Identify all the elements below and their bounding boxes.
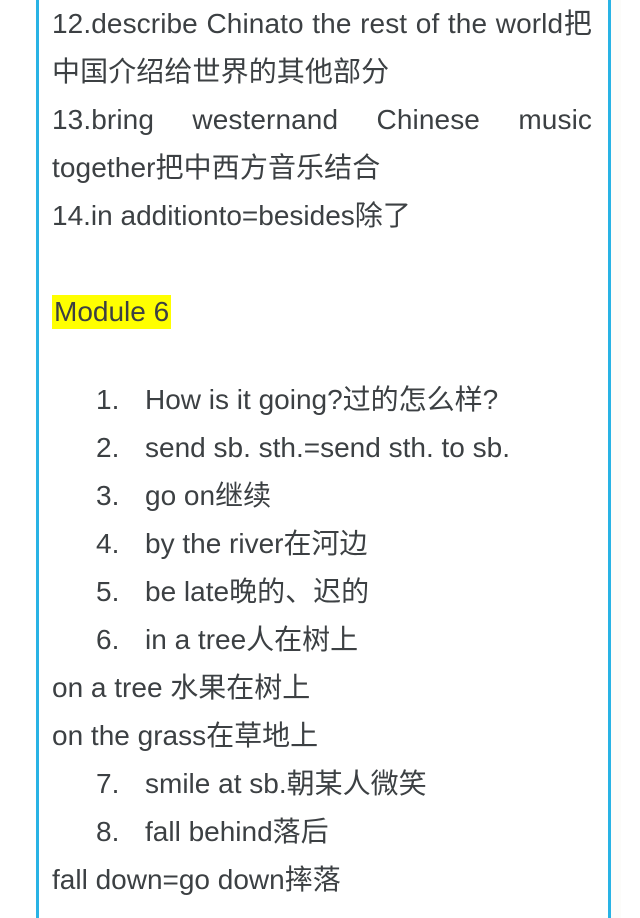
list-item-number: 3. — [96, 480, 120, 511]
list-item-label: by the river在河边 — [145, 528, 368, 559]
list-item: 6. in a tree人在树上 — [52, 616, 592, 664]
note-page: 12.describe Chinato the rest of the worl… — [0, 0, 640, 918]
vocab-entry-13: 13.bring westernand Chinese music togeth… — [52, 104, 592, 183]
list-item-label: go on继续 — [145, 480, 272, 511]
list-item-label: How is it going?过的怎么样? — [145, 384, 499, 415]
list-item-label: send sb. sth.=send sth. to sb. — [145, 432, 510, 463]
list-item-label: fall behind落后 — [145, 816, 329, 847]
list-item: 8. fall behind落后 — [52, 808, 592, 856]
list-item-label: be late晚的、迟的 — [145, 576, 370, 607]
note-line-on-a-tree: on a tree 水果在树上 — [52, 672, 311, 703]
section-heading: Module 6 — [52, 288, 592, 336]
vocab-list-continued: 7. smile at sb.朝某人微笑 8. fall behind落后 — [52, 760, 592, 856]
vocab-entry-12: 12.describe Chinato the rest of the worl… — [52, 8, 592, 87]
list-item-number: 8. — [96, 816, 120, 847]
right-edge-strip — [611, 0, 621, 918]
list-item-number: 6. — [96, 624, 120, 655]
list-item-label: smile at sb.朝某人微笑 — [145, 768, 427, 799]
note-line-on-the-grass: on the grass在草地上 — [52, 720, 319, 751]
list-item: 5. be late晚的、迟的 — [52, 568, 592, 616]
vocab-list: 1. How is it going?过的怎么样? 2. send sb. sth.… — [52, 376, 592, 664]
list-item-number: 7. — [96, 768, 120, 799]
left-margin-rule — [36, 0, 39, 918]
list-item: 7. smile at sb.朝某人微笑 — [52, 760, 592, 808]
list-item: 4. by the river在河边 — [52, 520, 592, 568]
vocab-entry-14: 14.in additionto=besides除了 — [52, 200, 411, 231]
list-item-number: 1. — [96, 384, 120, 415]
list-item-label: in a tree人在树上 — [145, 624, 359, 655]
spacer-after-heading — [52, 336, 592, 376]
list-item: 3. go on继续 — [52, 472, 592, 520]
list-item: 1. How is it going?过的怎么样? — [52, 376, 592, 424]
list-item-number: 4. — [96, 528, 120, 559]
spacer-before-heading — [52, 240, 592, 288]
list-item-number: 5. — [96, 576, 120, 607]
list-item-number: 2. — [96, 432, 120, 463]
note-line-fall-down: fall down=go down摔落 — [52, 864, 341, 895]
note-content: 12.describe Chinato the rest of the worl… — [52, 0, 592, 904]
section-heading-highlight: Module 6 — [52, 295, 172, 329]
list-item: 2. send sb. sth.=send sth. to sb. — [52, 424, 592, 472]
